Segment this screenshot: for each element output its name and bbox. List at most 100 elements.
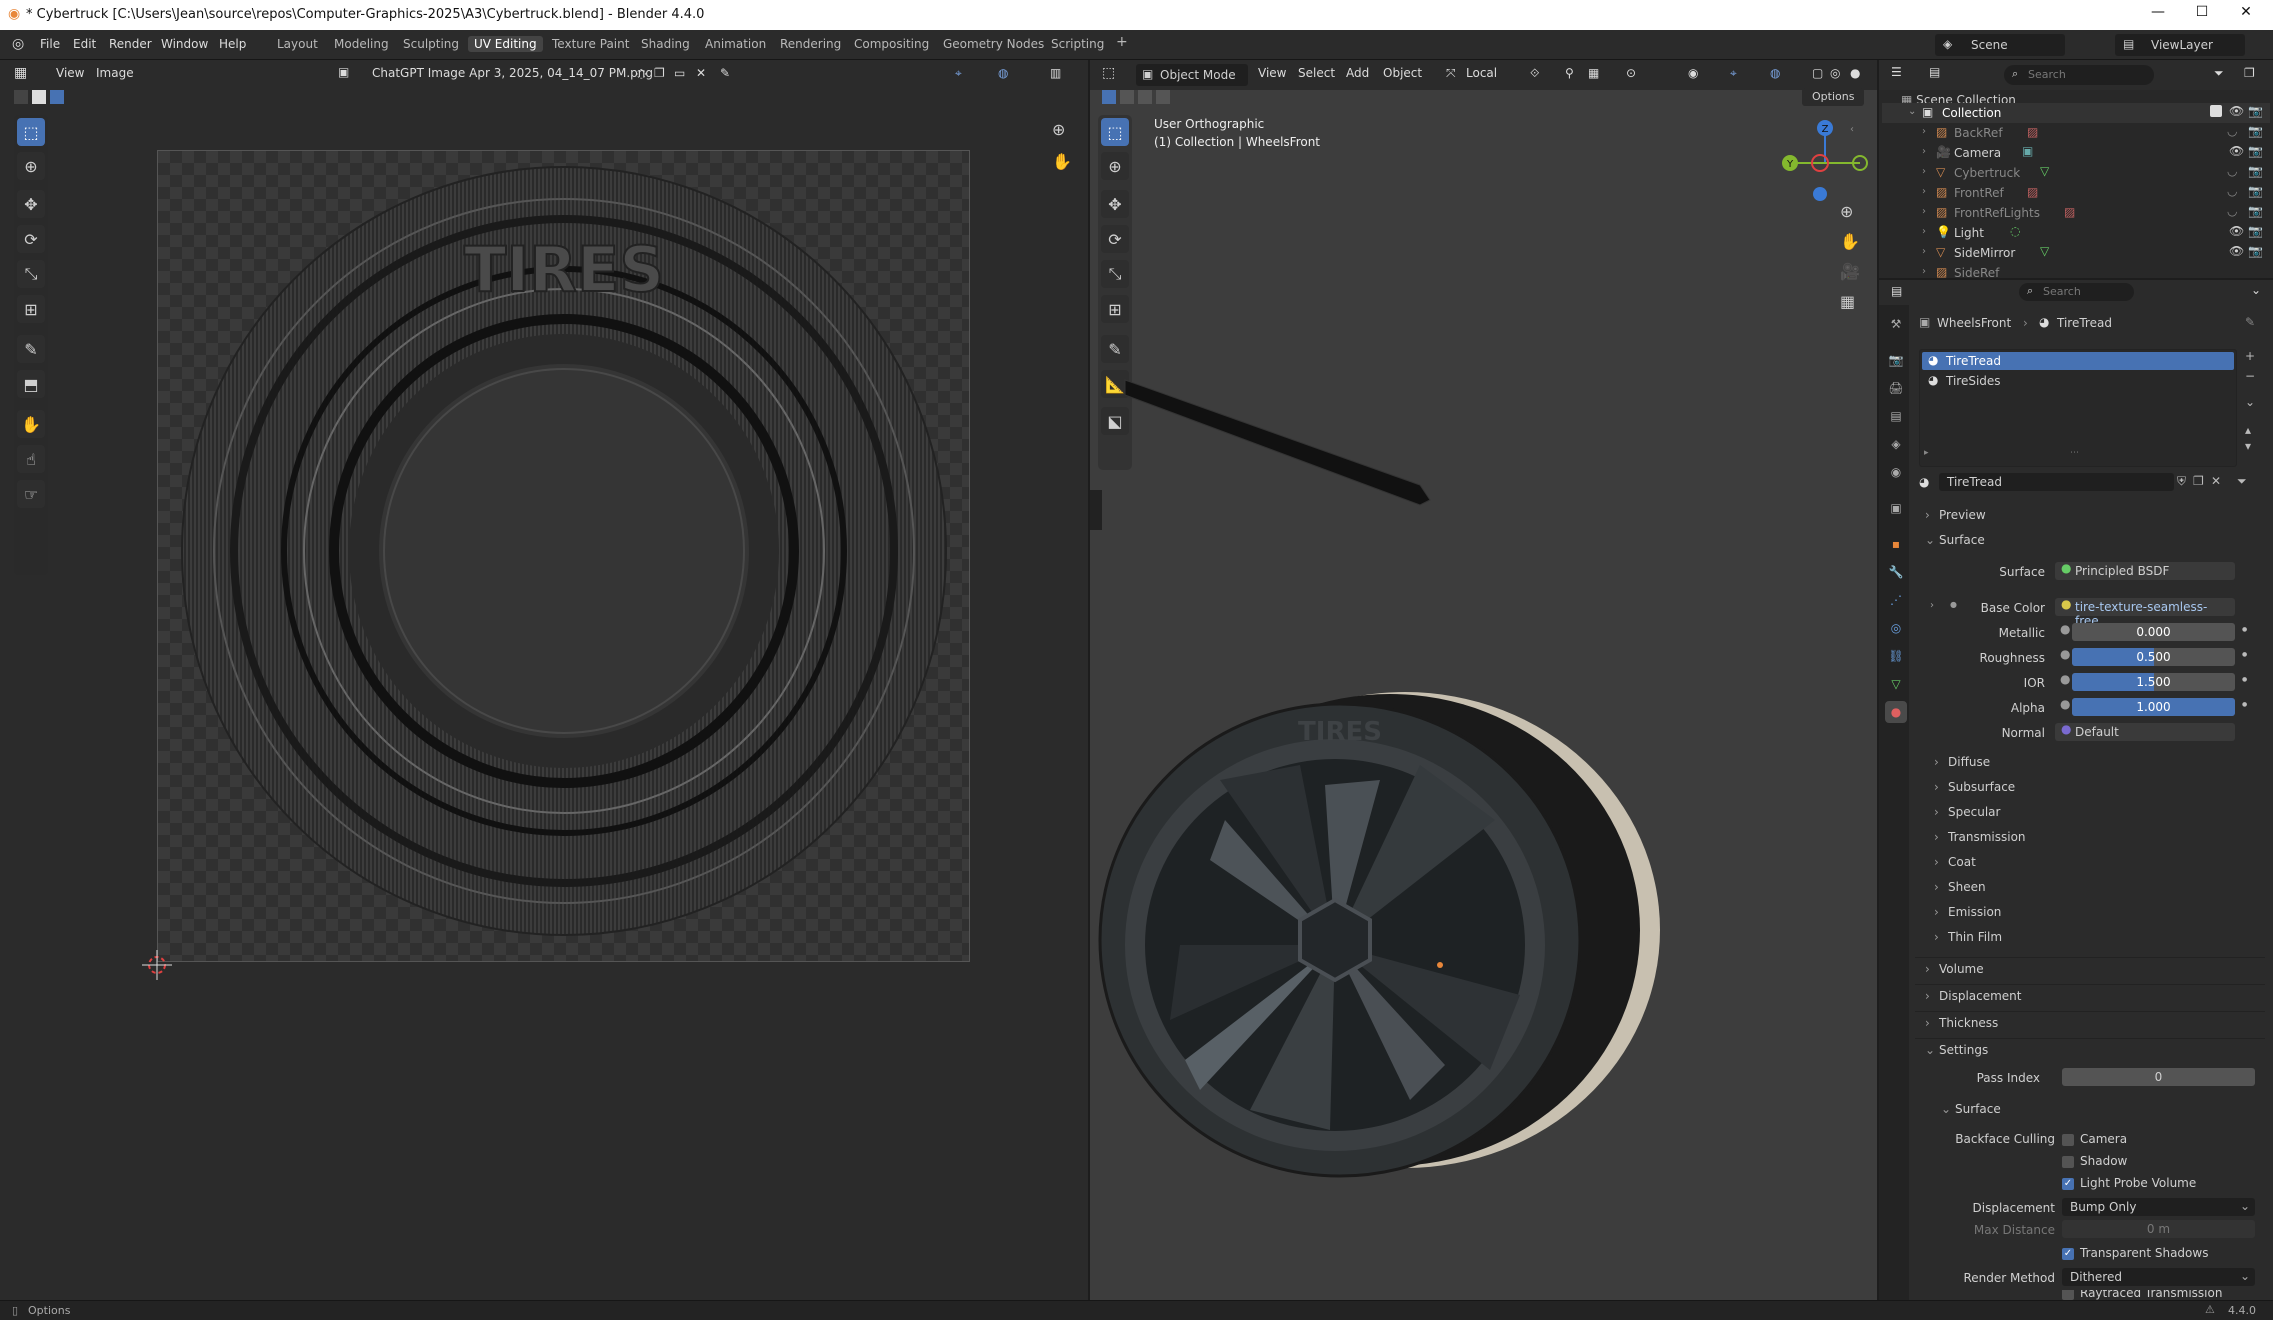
object-tab-icon[interactable]: ▪ — [1885, 533, 1907, 555]
image-open-icon[interactable]: ▭ — [674, 66, 685, 80]
tab-modeling[interactable]: Modeling — [328, 36, 395, 52]
collection-tab-icon[interactable]: ▣ — [1885, 497, 1907, 519]
tab-geometry-nodes[interactable]: Geometry Nodes — [937, 36, 1050, 52]
keyframe-dot-icon[interactable]: ● — [2242, 701, 2247, 708]
scene-selector[interactable]: ◈ Scene — [1935, 34, 2065, 56]
transform-icon[interactable]: ⊞ — [17, 295, 45, 323]
image-unlink-icon[interactable]: ✕ — [696, 66, 706, 80]
expand-icon[interactable]: › — [1922, 186, 1926, 197]
outliner-row-backref[interactable]: › ▨ BackRef ▨ ◡ 📷 — [1882, 123, 2270, 143]
panel-thickness[interactable]: › Thickness — [1915, 1011, 2265, 1033]
2d-cursor-icon[interactable] — [142, 950, 172, 980]
close-button[interactable]: ✕ — [2224, 4, 2268, 26]
properties-search-input[interactable]: ⌕ Search — [2019, 283, 2134, 301]
expand-icon[interactable]: › — [1922, 166, 1926, 177]
outliner-row-cybertruck[interactable]: › ▽ Cybertruck ▽ ◡ 📷 — [1882, 163, 2270, 183]
add-slot-button[interactable]: + — [2245, 349, 2255, 363]
tab-texture-paint[interactable]: Texture Paint — [546, 36, 635, 52]
filter-icon[interactable]: ⏷ — [2214, 66, 2224, 81]
roughness-slider[interactable]: 0.500 — [2072, 648, 2235, 666]
image-name[interactable]: ChatGPT Image Apr 3, 2025, 04_14_07 PM.p… — [372, 66, 653, 80]
material-name-field[interactable]: TireTread — [1939, 473, 2174, 491]
image-new-icon[interactable]: ❐ — [654, 66, 665, 80]
backface-shadow-checkbox[interactable]: Shadow — [2062, 1154, 2127, 1168]
subpanel-thin-film[interactable]: › Thin Film — [1930, 927, 2260, 947]
uv-menu-view[interactable]: View — [56, 66, 84, 80]
ior-slider[interactable]: 1.500 — [2072, 673, 2235, 691]
raytraced-checkbox[interactable]: Raytraced Transmission — [2062, 1290, 2222, 1300]
pin-icon[interactable]: ✎ — [720, 66, 730, 80]
move-slot-up-icon[interactable]: ▴ — [2245, 423, 2251, 437]
base-color-texture-field[interactable]: ● tire-texture-seamless-free.... — [2055, 597, 2235, 628]
slot-specials-icon[interactable]: ⌄ — [2245, 395, 2255, 409]
collection-render-icon[interactable]: 📷 — [2248, 104, 2263, 118]
visibility-icon[interactable]: 👁 — [2229, 224, 2244, 238]
surface-shader-field[interactable]: ● Principled BSDF — [2055, 561, 2235, 580]
scale-icon[interactable]: ⤡ — [17, 260, 45, 288]
image-browse-icon[interactable]: ▣ — [338, 65, 349, 79]
render-icon[interactable]: 📷 — [2248, 224, 2263, 238]
pin-properties-icon[interactable]: ✎ — [2245, 315, 2255, 329]
subpanel-settings-surface[interactable]: ⌄ Surface — [1935, 1099, 2255, 1119]
rip-icon[interactable]: ⬒ — [17, 370, 45, 398]
grab-icon[interactable]: ✋ — [17, 410, 45, 438]
remove-slot-button[interactable]: − — [2245, 369, 2255, 383]
render-icon[interactable]: 📷 — [2248, 184, 2263, 198]
properties-options-icon[interactable]: ⌄ — [2251, 283, 2261, 297]
minimize-button[interactable]: — — [2136, 4, 2180, 26]
cursor-icon[interactable]: ⊕ — [17, 152, 45, 180]
rotate-icon[interactable]: ⟳ — [17, 225, 45, 253]
tab-scripting[interactable]: Scripting — [1045, 36, 1110, 52]
overlay-icon[interactable]: ◍ — [998, 66, 1008, 80]
keyframe-dot-icon[interactable]: ● — [2242, 626, 2247, 633]
render-method-dropdown[interactable]: Dithered ⌄ — [2062, 1268, 2255, 1286]
output-tab-icon[interactable]: 🖨 — [1885, 377, 1907, 399]
backface-camera-checkbox[interactable]: Camera — [2062, 1132, 2127, 1146]
snap-icon[interactable]: ⌖ — [955, 66, 962, 81]
outliner-row-frontreflights[interactable]: › ▨ FrontRefLights ▨ ◡ 📷 — [1882, 203, 2270, 223]
tab-layout[interactable]: Layout — [271, 36, 324, 52]
render-icon[interactable]: 📷 — [2248, 244, 2263, 258]
tab-uv-editing[interactable]: UV Editing — [468, 36, 543, 52]
menu-window[interactable]: Window — [161, 37, 208, 51]
expand-icon[interactable]: › — [1922, 206, 1926, 217]
subpanel-sheen[interactable]: › Sheen — [1930, 877, 2260, 897]
tab-compositing[interactable]: Compositing — [848, 36, 935, 52]
menu-help[interactable]: Help — [219, 37, 246, 51]
duplicate-material-icon[interactable]: ❐ — [2193, 474, 2204, 488]
max-distance-field[interactable]: 0 m — [2062, 1220, 2255, 1238]
expand-icon[interactable]: › — [1922, 146, 1926, 157]
display-channels-icon[interactable]: ▥ — [1050, 66, 1061, 80]
keyframe-dot-icon[interactable]: ● — [2242, 651, 2247, 658]
hidden-icon[interactable]: ◡ — [2227, 124, 2237, 138]
pass-index-field[interactable]: 0 — [2062, 1068, 2255, 1086]
hidden-icon[interactable]: ◡ — [2227, 204, 2237, 218]
alpha-slider[interactable]: 1.000 — [2072, 698, 2235, 716]
scene-tab-icon[interactable]: ◈ — [1885, 433, 1907, 455]
move-slot-down-icon[interactable]: ▾ — [2245, 439, 2251, 453]
move-icon[interactable]: ✥ — [17, 190, 45, 218]
viewlayer-selector[interactable]: ▤ ViewLayer — [2115, 34, 2245, 56]
expand-input-icon[interactable]: › — [1930, 600, 1934, 611]
hidden-icon[interactable]: ◡ — [2227, 184, 2237, 198]
collection-include-checkbox[interactable] — [2210, 105, 2222, 117]
tool-tab-icon[interactable]: ⚒ — [1885, 313, 1907, 335]
menu-file[interactable]: File — [40, 37, 60, 51]
menu-render[interactable]: Render — [109, 37, 152, 51]
render-icon[interactable]: 📷 — [2248, 204, 2263, 218]
menu-edit[interactable]: Edit — [73, 37, 96, 51]
outliner-row-sidemirror[interactable]: › ▽ SideMirror ▽ 👁 📷 — [1882, 243, 2270, 263]
visibility-icon[interactable]: 👁 — [2229, 244, 2244, 258]
panel-displacement[interactable]: › Displacement — [1915, 984, 2265, 1006]
panel-surface[interactable]: ⌄ Surface — [1915, 530, 2265, 550]
fake-user-icon[interactable]: ⛨ — [2177, 474, 2186, 489]
tab-sculpting[interactable]: Sculpting — [397, 36, 465, 52]
select-box-icon[interactable]: ⬚ — [17, 118, 45, 146]
normal-field[interactable]: ● Default — [2055, 722, 2235, 741]
subpanel-coat[interactable]: › Coat — [1930, 852, 2260, 872]
new-collection-icon[interactable]: ❐ — [2244, 66, 2255, 80]
pinch-icon[interactable]: ☞ — [17, 480, 45, 508]
expand-icon[interactable]: › — [1922, 266, 1926, 277]
outliner-editor-type-icon[interactable]: ☰ — [1891, 65, 1902, 79]
tab-animation[interactable]: Animation — [699, 36, 772, 52]
